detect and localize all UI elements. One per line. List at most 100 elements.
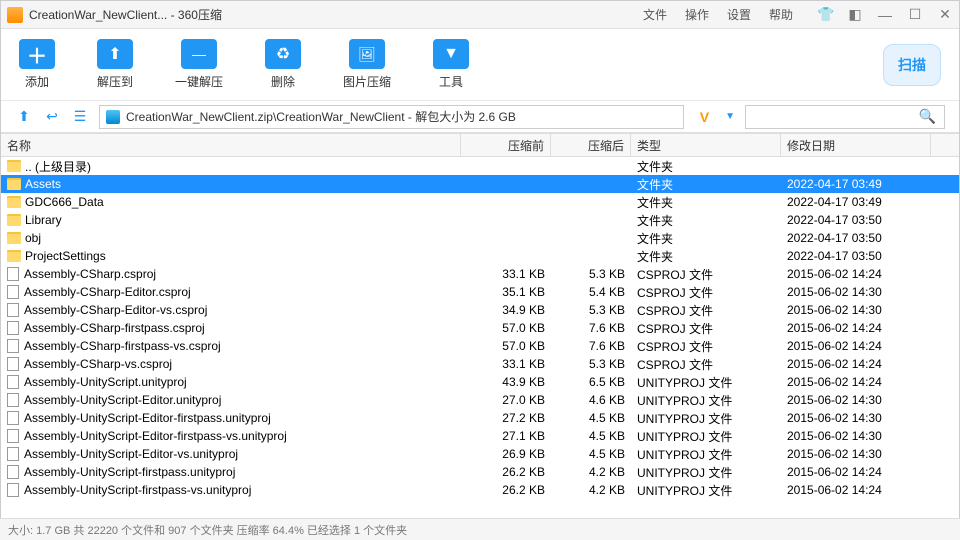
cell-date: 2015-06-02 14:24 xyxy=(781,357,931,371)
folder-icon xyxy=(7,214,21,226)
cell-date: 2015-06-02 14:24 xyxy=(781,483,931,497)
cell-date: 2022-04-17 03:50 xyxy=(781,231,931,245)
table-row[interactable]: .. (上级目录)文件夹 xyxy=(1,157,959,175)
table-row[interactable]: obj 文件夹2022-04-17 03:50 xyxy=(1,229,959,247)
folder-icon xyxy=(7,232,21,244)
cell-after: 4.2 KB xyxy=(551,483,631,497)
cell-date: 2015-06-02 14:24 xyxy=(781,465,931,479)
file-icon xyxy=(7,411,19,425)
minimize-icon[interactable]: — xyxy=(877,7,893,23)
table-row[interactable]: GDC666_Data 文件夹2022-04-17 03:49 xyxy=(1,193,959,211)
menu-help[interactable]: 帮助 xyxy=(769,6,793,23)
window-controls: 👕 ◧ — ☐ ✕ xyxy=(817,6,953,23)
v-button[interactable]: V xyxy=(694,109,715,125)
file-icon xyxy=(7,321,19,335)
archive-icon xyxy=(106,110,120,124)
header-after[interactable]: 压缩后 xyxy=(551,134,631,156)
add-label: 添加 xyxy=(25,73,49,90)
tools-icon: ▼ xyxy=(433,39,469,69)
file-icon xyxy=(7,483,19,497)
menu-settings[interactable]: 设置 xyxy=(727,6,751,23)
cell-after: 5.3 KB xyxy=(551,267,631,281)
cell-type: UNITYPROJ 文件 xyxy=(631,464,781,481)
cell-after: 7.6 KB xyxy=(551,321,631,335)
menu-operate[interactable]: 操作 xyxy=(685,6,709,23)
file-list[interactable]: .. (上级目录)文件夹Assets文件夹2022-04-17 03:49GDC… xyxy=(1,157,959,507)
delete-button[interactable]: ♻ 删除 xyxy=(265,39,301,90)
skin-icon[interactable]: 👕 xyxy=(817,6,833,23)
add-button[interactable]: ＋ 添加 xyxy=(19,39,55,90)
path-input[interactable]: CreationWar_NewClient.zip\CreationWar_Ne… xyxy=(99,105,684,129)
file-name-text: Assembly-CSharp-Editor-vs.csproj xyxy=(24,303,207,317)
table-row[interactable]: Assembly-UnityScript-Editor-firstpass.un… xyxy=(1,409,959,427)
file-icon xyxy=(7,339,19,353)
app-icon xyxy=(7,7,23,23)
table-row[interactable]: Assembly-UnityScript-Editor-firstpass-vs… xyxy=(1,427,959,445)
extract-label: 解压到 xyxy=(97,73,133,90)
header-before[interactable]: 压缩前 xyxy=(461,134,551,156)
file-name-text: Assembly-CSharp.csproj xyxy=(24,267,156,281)
tools-label: 工具 xyxy=(439,73,463,90)
file-name-text: obj xyxy=(25,231,41,245)
header-date[interactable]: 修改日期 xyxy=(781,134,931,156)
up-icon[interactable]: ⬆ xyxy=(15,108,33,125)
cell-date: 2022-04-17 03:49 xyxy=(781,195,931,209)
header-type[interactable]: 类型 xyxy=(631,134,781,156)
menu-file[interactable]: 文件 xyxy=(643,6,667,23)
table-row[interactable]: Assembly-UnityScript-Editor-vs.unityproj… xyxy=(1,445,959,463)
cell-type: UNITYPROJ 文件 xyxy=(631,482,781,499)
feedback-icon[interactable]: ◧ xyxy=(847,6,863,23)
cell-type: UNITYPROJ 文件 xyxy=(631,446,781,463)
back-icon[interactable]: ↩ xyxy=(43,108,61,125)
table-row[interactable]: Assembly-UnityScript.unityproj43.9 KB6.5… xyxy=(1,373,959,391)
table-row[interactable]: Assets文件夹2022-04-17 03:49 xyxy=(1,175,959,193)
file-icon xyxy=(7,303,19,317)
table-row[interactable]: Assembly-CSharp.csproj33.1 KB5.3 KBCSPRO… xyxy=(1,265,959,283)
dropdown-icon[interactable]: ▼ xyxy=(725,111,735,122)
scan-button[interactable]: 扫描 xyxy=(883,44,941,86)
one-click-extract-button[interactable]: — 一键解压 xyxy=(175,39,223,90)
file-name-text: .. (上级目录) xyxy=(25,158,91,175)
list-view-icon[interactable]: ☰ xyxy=(71,108,89,125)
table-row[interactable]: Assembly-UnityScript-firstpass-vs.unityp… xyxy=(1,481,959,499)
table-row[interactable]: Assembly-CSharp-firstpass-vs.csproj57.0 … xyxy=(1,337,959,355)
cell-name: Assembly-UnityScript.unityproj xyxy=(1,375,461,389)
maximize-icon[interactable]: ☐ xyxy=(907,6,923,23)
file-icon xyxy=(7,429,19,443)
cell-after: 6.5 KB xyxy=(551,375,631,389)
file-name-text: Assembly-CSharp-vs.csproj xyxy=(24,357,172,371)
cell-name: Assembly-CSharp-firstpass-vs.csproj xyxy=(1,339,461,353)
table-row[interactable]: Assembly-CSharp-Editor.csproj35.1 KB5.4 … xyxy=(1,283,959,301)
tools-button[interactable]: ▼ 工具 xyxy=(433,39,469,90)
cell-name: Assembly-CSharp.csproj xyxy=(1,267,461,281)
close-icon[interactable]: ✕ xyxy=(937,6,953,23)
image-compress-button[interactable]: 🖼 图片压缩 xyxy=(343,39,391,90)
cell-after: 4.5 KB xyxy=(551,411,631,425)
table-row[interactable]: Library文件夹2022-04-17 03:50 xyxy=(1,211,959,229)
file-name-text: GDC666_Data xyxy=(25,195,104,209)
cell-type: 文件夹 xyxy=(631,248,781,265)
cell-date: 2015-06-02 14:30 xyxy=(781,447,931,461)
extract-to-button[interactable]: ⬆ 解压到 xyxy=(97,39,133,90)
file-name-text: Assets xyxy=(25,177,61,191)
path-text: CreationWar_NewClient.zip\CreationWar_Ne… xyxy=(126,108,516,125)
cell-type: 文件夹 xyxy=(631,230,781,247)
cell-type: 文件夹 xyxy=(631,194,781,211)
cell-after: 5.4 KB xyxy=(551,285,631,299)
cell-before: 35.1 KB xyxy=(461,285,551,299)
table-row[interactable]: Assembly-UnityScript-Editor.unityproj27.… xyxy=(1,391,959,409)
cell-before: 27.0 KB xyxy=(461,393,551,407)
cell-date: 2015-06-02 14:30 xyxy=(781,411,931,425)
one-click-label: 一键解压 xyxy=(175,73,223,90)
cell-name: Assembly-CSharp-Editor.csproj xyxy=(1,285,461,299)
header-name[interactable]: 名称 xyxy=(1,134,461,156)
table-row[interactable]: Assembly-CSharp-firstpass.csproj57.0 KB7… xyxy=(1,319,959,337)
table-row[interactable]: ProjectSettings文件夹2022-04-17 03:50 xyxy=(1,247,959,265)
table-row[interactable]: Assembly-UnityScript-firstpass.unityproj… xyxy=(1,463,959,481)
cell-name: Assembly-UnityScript-Editor-firstpass-vs… xyxy=(1,429,461,443)
table-row[interactable]: Assembly-CSharp-Editor-vs.csproj34.9 KB5… xyxy=(1,301,959,319)
search-input[interactable]: 🔍 xyxy=(745,105,945,129)
file-name-text: Assembly-UnityScript-firstpass-vs.unityp… xyxy=(24,483,251,497)
one-click-icon: — xyxy=(181,39,217,69)
table-row[interactable]: Assembly-CSharp-vs.csproj33.1 KB5.3 KBCS… xyxy=(1,355,959,373)
